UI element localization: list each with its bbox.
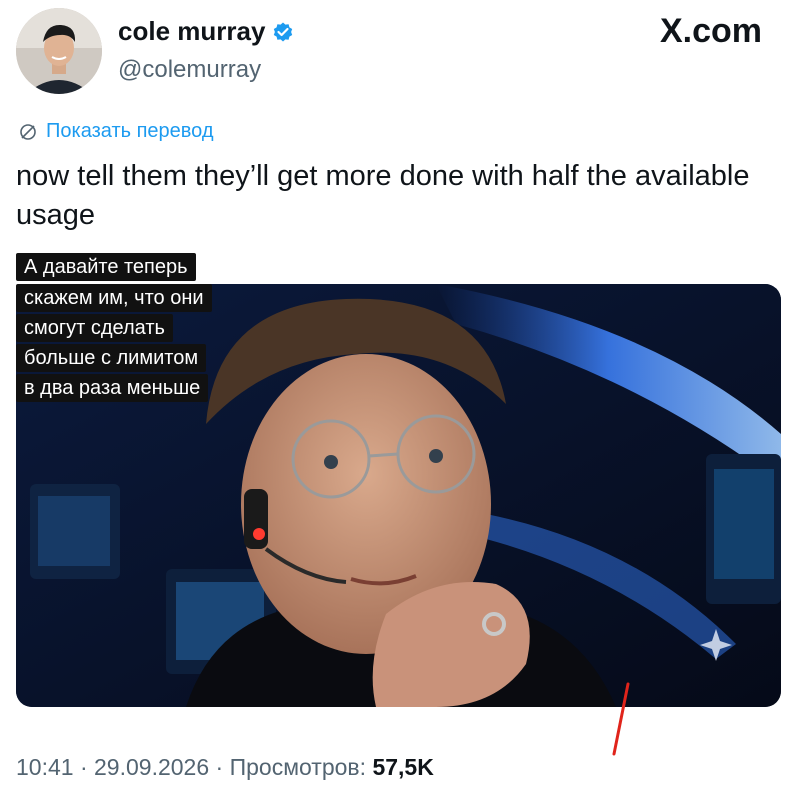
tweet-text: now tell them they’ll get more done with… — [16, 160, 750, 231]
avatar-image — [16, 8, 102, 94]
views-count[interactable]: 57,5K — [372, 754, 433, 780]
translate-label[interactable]: Показать перевод — [46, 120, 214, 143]
translate-icon — [20, 123, 36, 140]
site-brand: X.com — [659, 12, 762, 50]
meta-separator: · — [215, 754, 230, 780]
tweet-time[interactable]: 10:41 — [16, 754, 74, 780]
meta-separator: · — [79, 754, 95, 780]
caption-line: смогут сделать — [16, 314, 173, 342]
red-annotation-mark — [612, 682, 630, 756]
author-name-row[interactable]: cole murray — [118, 16, 295, 47]
tweet-date[interactable]: 29.09.2026 — [94, 754, 209, 780]
tweet-meta: 10:41 · 29.09.2026 · Просмотров: 57,5K — [16, 754, 434, 781]
caption-line: А давайте теперь — [16, 253, 196, 281]
caption-line: скажем им, что они — [16, 284, 212, 312]
author-name[interactable]: cole murray — [118, 16, 265, 47]
caption-line: в два раза меньше — [16, 374, 209, 402]
translate-link[interactable]: Показать перевод — [18, 120, 214, 143]
avatar[interactable] — [16, 8, 102, 94]
verified-badge-icon — [274, 22, 293, 41]
views-label: Просмотров: — [229, 754, 367, 780]
caption-line: больше с лимитом — [16, 344, 207, 372]
author-handle[interactable]: @colemurray — [118, 56, 261, 84]
